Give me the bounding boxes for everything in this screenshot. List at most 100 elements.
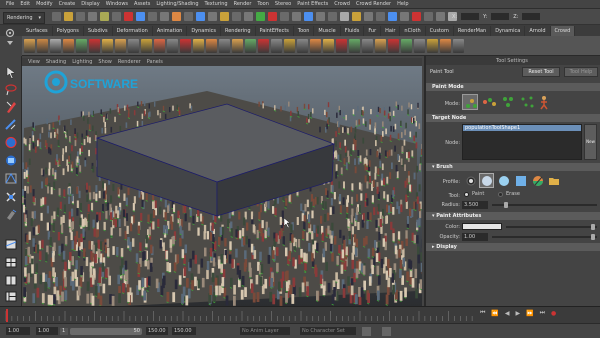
status-tool-icon[interactable] bbox=[376, 12, 385, 21]
key-icon[interactable] bbox=[362, 327, 371, 336]
shelf-tool-icon[interactable] bbox=[63, 38, 74, 53]
radius-field[interactable]: 3.500 bbox=[462, 201, 488, 209]
status-tool-icon[interactable] bbox=[364, 12, 373, 21]
scale-tool-icon[interactable] bbox=[4, 154, 18, 167]
status-tool-icon[interactable] bbox=[136, 12, 145, 21]
shelf-tab-fluids[interactable]: Fluids bbox=[341, 26, 365, 36]
tool-help-button[interactable]: Tool Help bbox=[564, 67, 598, 77]
shelf-tool-icon[interactable] bbox=[24, 38, 35, 53]
shelf-tab-crowd[interactable]: Crowd bbox=[550, 26, 576, 36]
status-tool-icon[interactable] bbox=[388, 12, 397, 21]
shelf-tool-icon[interactable] bbox=[219, 38, 230, 53]
shelf-tool-icon[interactable] bbox=[401, 38, 412, 53]
current-time-marker[interactable] bbox=[6, 309, 8, 322]
status-tool-icon[interactable] bbox=[268, 12, 277, 21]
viewport-menu-show[interactable]: Show bbox=[98, 59, 112, 65]
menu-render[interactable]: Render bbox=[231, 1, 255, 7]
shelf-tool-icon[interactable] bbox=[232, 38, 243, 53]
shelf-tool-icon[interactable] bbox=[193, 38, 204, 53]
shelf-tab-rendering[interactable]: Rendering bbox=[221, 26, 256, 36]
viewport-menu-view[interactable]: View bbox=[28, 59, 40, 65]
shelf-tool-icon[interactable] bbox=[89, 38, 100, 53]
menu-file[interactable]: File bbox=[3, 1, 17, 7]
status-tool-icon[interactable] bbox=[412, 12, 421, 21]
shelf-gear-icon[interactable] bbox=[3, 27, 17, 53]
x-field[interactable] bbox=[461, 13, 480, 20]
mode-place-button[interactable] bbox=[462, 94, 478, 110]
shelf-tool-icon[interactable] bbox=[362, 38, 373, 53]
playback-start-field[interactable]: 1.00 bbox=[36, 327, 58, 335]
brush-header[interactable]: ▾ Brush bbox=[426, 163, 600, 171]
status-tool-icon[interactable] bbox=[220, 12, 229, 21]
last-tool-icon[interactable] bbox=[4, 208, 18, 221]
menuset-dropdown[interactable]: Rendering ▾ bbox=[3, 12, 45, 24]
shelf-tab-ncloth[interactable]: nCloth bbox=[400, 26, 426, 36]
node-list-item[interactable]: populationToolShape1 bbox=[463, 125, 581, 131]
move-tool-icon[interactable] bbox=[4, 118, 18, 131]
shelf-tool-icon[interactable] bbox=[349, 38, 360, 53]
status-tool-icon[interactable] bbox=[124, 12, 133, 21]
go-end-icon[interactable]: ⏭ bbox=[540, 309, 545, 317]
menu-toon[interactable]: Toon bbox=[254, 1, 272, 7]
anim-layer-field[interactable]: No Anim Layer bbox=[240, 327, 290, 335]
play-back-icon[interactable]: ◀ bbox=[505, 310, 510, 317]
shelf-tool-icon[interactable] bbox=[453, 38, 464, 53]
shelf-tool-icon[interactable] bbox=[128, 38, 139, 53]
status-tool-icon[interactable] bbox=[340, 12, 349, 21]
shelf-tab-animation[interactable]: Animation bbox=[153, 26, 188, 36]
menu-help[interactable]: Help bbox=[394, 1, 411, 7]
menu-modify[interactable]: Modify bbox=[33, 1, 56, 7]
menu-assets[interactable]: Assets bbox=[131, 1, 153, 7]
menu-paint-effects[interactable]: Paint Effects bbox=[294, 1, 331, 7]
shelf-tool-icon[interactable] bbox=[284, 38, 295, 53]
status-tool-icon[interactable] bbox=[160, 12, 169, 21]
mode-orient-icon[interactable] bbox=[500, 94, 516, 110]
status-tool-icon[interactable] bbox=[436, 12, 445, 21]
shelf-tab-subdivs[interactable]: Subdivs bbox=[84, 26, 113, 36]
menu-edit[interactable]: Edit bbox=[17, 1, 33, 7]
rotate-tool-icon[interactable] bbox=[4, 136, 18, 149]
status-tool-icon[interactable] bbox=[304, 12, 313, 21]
character-set-field[interactable]: No Character Set bbox=[300, 327, 356, 335]
shelf-tool-icon[interactable] bbox=[180, 38, 191, 53]
z-field[interactable] bbox=[522, 13, 541, 20]
range-bar[interactable]: 50 bbox=[70, 328, 142, 335]
color-swatch[interactable] bbox=[462, 223, 502, 230]
shelf-tool-icon[interactable] bbox=[245, 38, 256, 53]
shelf-tool-icon[interactable] bbox=[102, 38, 113, 53]
profile-gaussian-icon[interactable] bbox=[465, 175, 477, 187]
menu-texturing[interactable]: Texturing bbox=[202, 1, 231, 7]
shelf-tab-fur[interactable]: Fur bbox=[364, 26, 382, 36]
status-tool-icon[interactable] bbox=[244, 12, 253, 21]
shelf-tool-icon[interactable] bbox=[414, 38, 425, 53]
mode-scatter-icon[interactable] bbox=[519, 94, 535, 110]
select-tool-icon[interactable] bbox=[4, 66, 18, 79]
tool-radio-paint[interactable]: Paint bbox=[464, 191, 484, 197]
shelf-tool-icon[interactable] bbox=[310, 38, 321, 53]
status-tool-icon[interactable] bbox=[352, 12, 361, 21]
node-list[interactable]: populationToolShape1 bbox=[462, 124, 582, 160]
viewport-menu-panels[interactable]: Panels bbox=[147, 59, 163, 65]
reset-tool-button[interactable]: Reset Tool bbox=[522, 67, 560, 77]
y-field[interactable] bbox=[491, 13, 510, 20]
viewport-3d[interactable]: SOFTWARE bbox=[22, 66, 422, 306]
current-frame-box[interactable]: 1 bbox=[60, 328, 68, 335]
profile-color-icon[interactable] bbox=[531, 174, 545, 188]
status-tool-icon[interactable] bbox=[112, 12, 121, 21]
lasso-tool-icon[interactable] bbox=[4, 83, 18, 96]
mode-agent-icon[interactable] bbox=[536, 94, 552, 110]
record-icon[interactable]: ● bbox=[551, 310, 556, 317]
shelf-tool-icon[interactable] bbox=[115, 38, 126, 53]
shelf-tool-icon[interactable] bbox=[323, 38, 334, 53]
status-tool-icon[interactable] bbox=[148, 12, 157, 21]
status-tool-icon[interactable] bbox=[232, 12, 241, 21]
status-tool-icon[interactable] bbox=[280, 12, 289, 21]
status-tool-icon[interactable] bbox=[100, 12, 109, 21]
status-tool-icon[interactable] bbox=[64, 12, 73, 21]
layout-two-icon[interactable] bbox=[4, 274, 18, 287]
shelf-tool-icon[interactable] bbox=[50, 38, 61, 53]
layout-four-icon[interactable] bbox=[4, 256, 18, 269]
shelf-tool-icon[interactable] bbox=[258, 38, 269, 53]
menu-windows[interactable]: Windows bbox=[103, 1, 131, 7]
status-tool-icon[interactable] bbox=[196, 12, 205, 21]
